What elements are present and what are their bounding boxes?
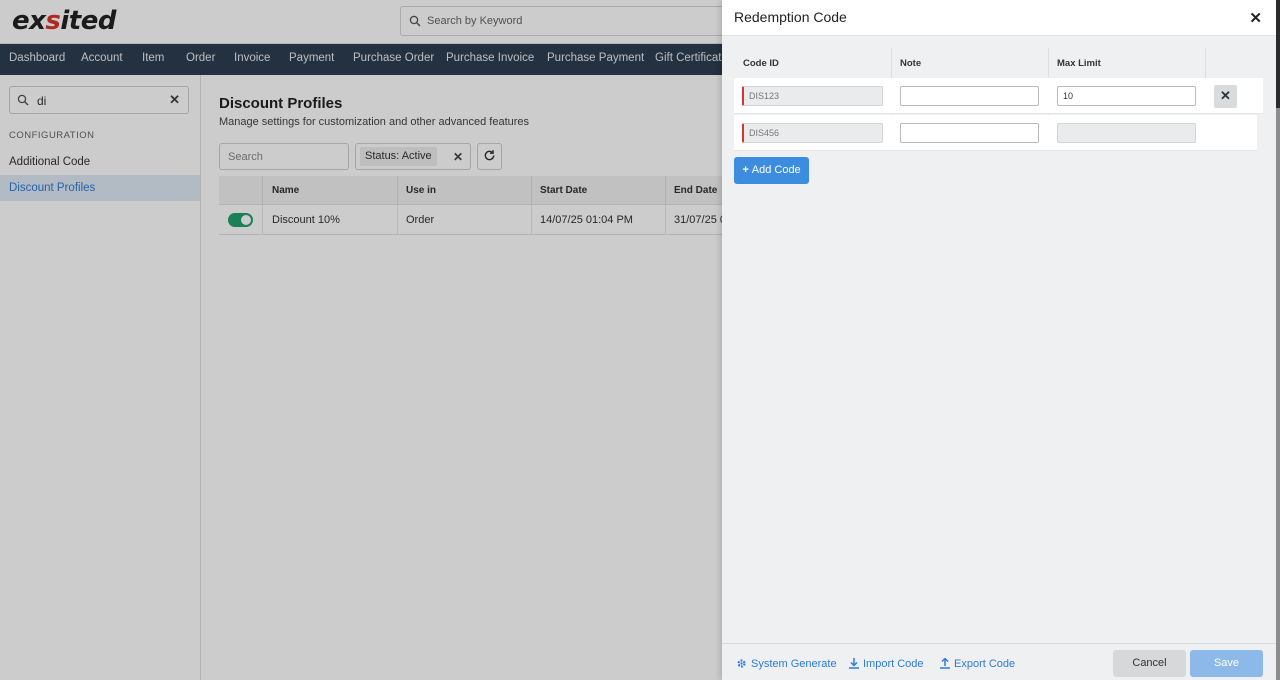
drawer-title: Redemption Code	[734, 9, 847, 25]
add-code-button[interactable]: + Add Code	[734, 157, 809, 184]
note-field[interactable]	[900, 123, 1039, 143]
export-code-button[interactable]: Export Code	[940, 658, 1015, 670]
upload-icon	[940, 658, 950, 669]
system-generate-button[interactable]: System Generate	[736, 658, 837, 670]
code-row: DIS123 10 ✕	[734, 78, 1263, 114]
gear-icon	[737, 659, 746, 668]
delete-row-button[interactable]: ✕	[1214, 85, 1237, 108]
download-icon	[849, 658, 859, 669]
drawer-header: Redemption Code ✕	[722, 0, 1276, 36]
plus-icon: +	[742, 164, 749, 176]
column-header-max-limit: Max Limit	[1057, 58, 1101, 69]
scrollbar-thumb[interactable]	[1276, 0, 1280, 108]
import-code-button[interactable]: Import Code	[849, 658, 924, 670]
redemption-code-drawer: Redemption Code ✕ Code ID Note Max Limit…	[722, 0, 1276, 680]
close-icon[interactable]: ✕	[1249, 9, 1262, 27]
code-table-header: Code ID Note Max Limit	[734, 48, 1263, 78]
save-button[interactable]: Save	[1190, 650, 1263, 677]
cancel-button[interactable]: Cancel	[1113, 650, 1186, 677]
drawer-footer: System Generate Import Code Export Code …	[722, 643, 1276, 680]
note-field[interactable]	[900, 86, 1039, 106]
max-limit-field[interactable]: 10	[1057, 86, 1196, 106]
max-limit-field	[1057, 123, 1196, 143]
column-header-code-id: Code ID	[743, 58, 779, 69]
page-scrollbar[interactable]	[1276, 0, 1280, 680]
close-icon: ✕	[1220, 88, 1231, 103]
code-id-field: DIS456	[742, 123, 883, 143]
code-id-field: DIS123	[742, 86, 883, 106]
code-row: DIS456	[734, 115, 1257, 151]
column-header-note: Note	[900, 58, 922, 69]
